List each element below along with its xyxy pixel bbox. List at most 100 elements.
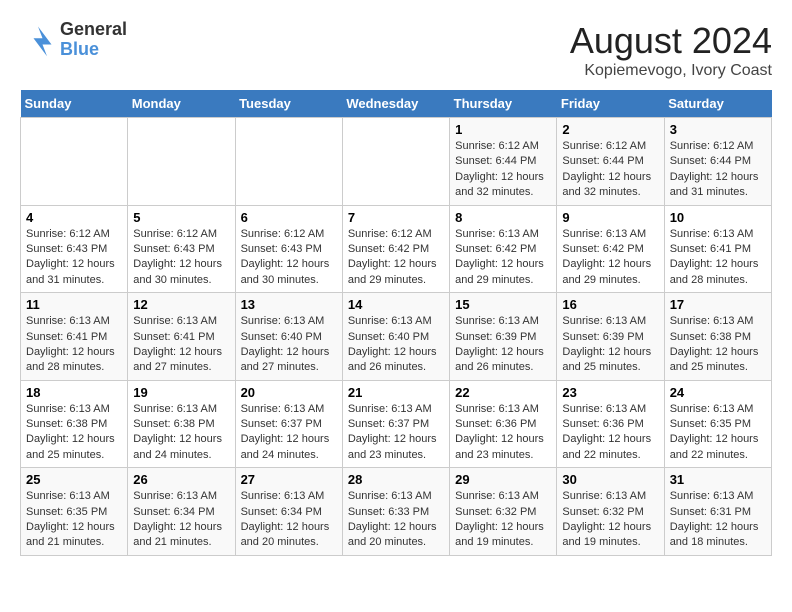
logo: General Blue [20, 20, 127, 60]
day-info: Sunrise: 6:13 AM Sunset: 6:36 PM Dayligh… [562, 402, 658, 464]
day-info: Sunrise: 6:13 AM Sunset: 6:41 PM Dayligh… [26, 314, 122, 376]
day-info: Sunrise: 6:13 AM Sunset: 6:41 PM Dayligh… [133, 314, 229, 376]
day-number: 22 [455, 385, 551, 400]
day-number: 12 [133, 297, 229, 312]
day-info: Sunrise: 6:13 AM Sunset: 6:41 PM Dayligh… [670, 227, 766, 289]
day-info: Sunrise: 6:13 AM Sunset: 6:31 PM Dayligh… [670, 489, 766, 551]
day-info: Sunrise: 6:13 AM Sunset: 6:39 PM Dayligh… [455, 314, 551, 376]
day-info: Sunrise: 6:13 AM Sunset: 6:35 PM Dayligh… [670, 402, 766, 464]
day-number: 7 [348, 210, 444, 225]
calendar-cell: 16Sunrise: 6:13 AM Sunset: 6:39 PM Dayli… [557, 293, 664, 381]
calendar-cell: 17 Sunrise: 6:13 AM Sunset: 6:38 PM Dayli… [664, 293, 771, 381]
page-header: General Blue August 2024 Kopiemevogo, Iv… [20, 20, 772, 80]
day-number: 23 [562, 385, 658, 400]
calendar-cell: 23 Sunrise: 6:13 AM Sunset: 6:36 PM Dayli… [557, 380, 664, 468]
calendar-cell [342, 118, 449, 206]
calendar-cell: 4Sunrise: 6:12 AM Sunset: 6:43 PM Daylig… [21, 205, 128, 293]
calendar-cell: 2Sunrise: 6:12 AM Sunset: 6:44 PM Daylig… [557, 118, 664, 206]
day-info: Sunrise: 6:12 AM Sunset: 6:43 PM Dayligh… [241, 227, 337, 289]
day-number: 17 [670, 297, 766, 312]
main-title: August 2024 [570, 20, 772, 62]
day-info: Sunrise: 6:13 AM Sunset: 6:42 PM Dayligh… [455, 227, 551, 289]
calendar-cell: 3Sunrise: 6:12 AM Sunset: 6:44 PM Daylig… [664, 118, 771, 206]
day-number: 9 [562, 210, 658, 225]
calendar-week-row: 1 Sunrise: 6:12 AM Sunset: 6:44 PM Daylig… [21, 118, 772, 206]
day-info: Sunrise: 6:13 AM Sunset: 6:42 PM Dayligh… [562, 227, 658, 289]
day-info: Sunrise: 6:12 AM Sunset: 6:44 PM Dayligh… [670, 139, 766, 201]
day-info: Sunrise: 6:13 AM Sunset: 6:40 PM Dayligh… [348, 314, 444, 376]
day-number: 14 [348, 297, 444, 312]
day-info: Sunrise: 6:12 AM Sunset: 6:42 PM Dayligh… [348, 227, 444, 289]
day-info: Sunrise: 6:13 AM Sunset: 6:38 PM Dayligh… [26, 402, 122, 464]
day-number: 18 [26, 385, 122, 400]
day-of-week-header: Thursday [450, 90, 557, 118]
day-info: Sunrise: 6:13 AM Sunset: 6:34 PM Dayligh… [133, 489, 229, 551]
calendar-cell: 27 Sunrise: 6:13 AM Sunset: 6:34 PM Dayli… [235, 468, 342, 556]
day-of-week-header: Saturday [664, 90, 771, 118]
calendar-cell: 18 Sunrise: 6:13 AM Sunset: 6:38 PM Dayli… [21, 380, 128, 468]
day-info: Sunrise: 6:12 AM Sunset: 6:43 PM Dayligh… [133, 227, 229, 289]
day-info: Sunrise: 6:13 AM Sunset: 6:33 PM Dayligh… [348, 489, 444, 551]
day-number: 30 [562, 472, 658, 487]
calendar-cell: 7 Sunrise: 6:12 AM Sunset: 6:42 PM Daylig… [342, 205, 449, 293]
calendar-cell: 1 Sunrise: 6:12 AM Sunset: 6:44 PM Daylig… [450, 118, 557, 206]
day-number: 6 [241, 210, 337, 225]
calendar-cell: 12 Sunrise: 6:13 AM Sunset: 6:41 PM Dayli… [128, 293, 235, 381]
day-number: 13 [241, 297, 337, 312]
calendar-cell: 11 Sunrise: 6:13 AM Sunset: 6:41 PM Dayli… [21, 293, 128, 381]
day-number: 24 [670, 385, 766, 400]
day-number: 15 [455, 297, 551, 312]
day-info: Sunrise: 6:12 AM Sunset: 6:44 PM Dayligh… [455, 139, 551, 201]
day-number: 8 [455, 210, 551, 225]
calendar-cell: 25Sunrise: 6:13 AM Sunset: 6:35 PM Dayli… [21, 468, 128, 556]
day-info: Sunrise: 6:13 AM Sunset: 6:37 PM Dayligh… [348, 402, 444, 464]
title-block: August 2024 Kopiemevogo, Ivory Coast [570, 20, 772, 80]
day-info: Sunrise: 6:13 AM Sunset: 6:32 PM Dayligh… [562, 489, 658, 551]
calendar-cell [128, 118, 235, 206]
day-number: 19 [133, 385, 229, 400]
day-info: Sunrise: 6:13 AM Sunset: 6:38 PM Dayligh… [133, 402, 229, 464]
day-number: 11 [26, 297, 122, 312]
day-of-week-header: Friday [557, 90, 664, 118]
calendar-header-row: SundayMondayTuesdayWednesdayThursdayFrid… [21, 90, 772, 118]
day-number: 20 [241, 385, 337, 400]
day-info: Sunrise: 6:13 AM Sunset: 6:40 PM Dayligh… [241, 314, 337, 376]
calendar-week-row: 18 Sunrise: 6:13 AM Sunset: 6:38 PM Dayli… [21, 380, 772, 468]
day-info: Sunrise: 6:13 AM Sunset: 6:32 PM Dayligh… [455, 489, 551, 551]
calendar-cell: 30 Sunrise: 6:13 AM Sunset: 6:32 PM Dayli… [557, 468, 664, 556]
calendar-week-row: 4Sunrise: 6:12 AM Sunset: 6:43 PM Daylig… [21, 205, 772, 293]
day-info: Sunrise: 6:13 AM Sunset: 6:36 PM Dayligh… [455, 402, 551, 464]
day-info: Sunrise: 6:13 AM Sunset: 6:38 PM Dayligh… [670, 314, 766, 376]
calendar-cell: 22 Sunrise: 6:13 AM Sunset: 6:36 PM Dayli… [450, 380, 557, 468]
calendar-cell [21, 118, 128, 206]
calendar-cell: 20Sunrise: 6:13 AM Sunset: 6:37 PM Dayli… [235, 380, 342, 468]
calendar-cell: 31 Sunrise: 6:13 AM Sunset: 6:31 PM Dayli… [664, 468, 771, 556]
calendar-cell: 15 Sunrise: 6:13 AM Sunset: 6:39 PM Dayli… [450, 293, 557, 381]
calendar-cell: 5Sunrise: 6:12 AM Sunset: 6:43 PM Daylig… [128, 205, 235, 293]
day-of-week-header: Sunday [21, 90, 128, 118]
calendar-cell: 13 Sunrise: 6:13 AM Sunset: 6:40 PM Dayli… [235, 293, 342, 381]
calendar-cell: 14 Sunrise: 6:13 AM Sunset: 6:40 PM Dayli… [342, 293, 449, 381]
calendar-body: 1 Sunrise: 6:12 AM Sunset: 6:44 PM Daylig… [21, 118, 772, 556]
day-of-week-header: Wednesday [342, 90, 449, 118]
logo-text: General Blue [60, 20, 127, 60]
day-info: Sunrise: 6:12 AM Sunset: 6:43 PM Dayligh… [26, 227, 122, 289]
day-of-week-header: Monday [128, 90, 235, 118]
calendar-cell: 29Sunrise: 6:13 AM Sunset: 6:32 PM Dayli… [450, 468, 557, 556]
day-of-week-header: Tuesday [235, 90, 342, 118]
calendar-cell: 28Sunrise: 6:13 AM Sunset: 6:33 PM Dayli… [342, 468, 449, 556]
logo-icon [20, 22, 56, 58]
day-info: Sunrise: 6:12 AM Sunset: 6:44 PM Dayligh… [562, 139, 658, 201]
calendar-cell: 10Sunrise: 6:13 AM Sunset: 6:41 PM Dayli… [664, 205, 771, 293]
calendar-cell: 9 Sunrise: 6:13 AM Sunset: 6:42 PM Daylig… [557, 205, 664, 293]
subtitle: Kopiemevogo, Ivory Coast [570, 62, 772, 80]
day-number: 31 [670, 472, 766, 487]
day-number: 25 [26, 472, 122, 487]
day-number: 1 [455, 122, 551, 137]
day-info: Sunrise: 6:13 AM Sunset: 6:34 PM Dayligh… [241, 489, 337, 551]
day-number: 27 [241, 472, 337, 487]
calendar-cell: 26Sunrise: 6:13 AM Sunset: 6:34 PM Dayli… [128, 468, 235, 556]
calendar-cell [235, 118, 342, 206]
day-number: 21 [348, 385, 444, 400]
calendar-week-row: 25Sunrise: 6:13 AM Sunset: 6:35 PM Dayli… [21, 468, 772, 556]
